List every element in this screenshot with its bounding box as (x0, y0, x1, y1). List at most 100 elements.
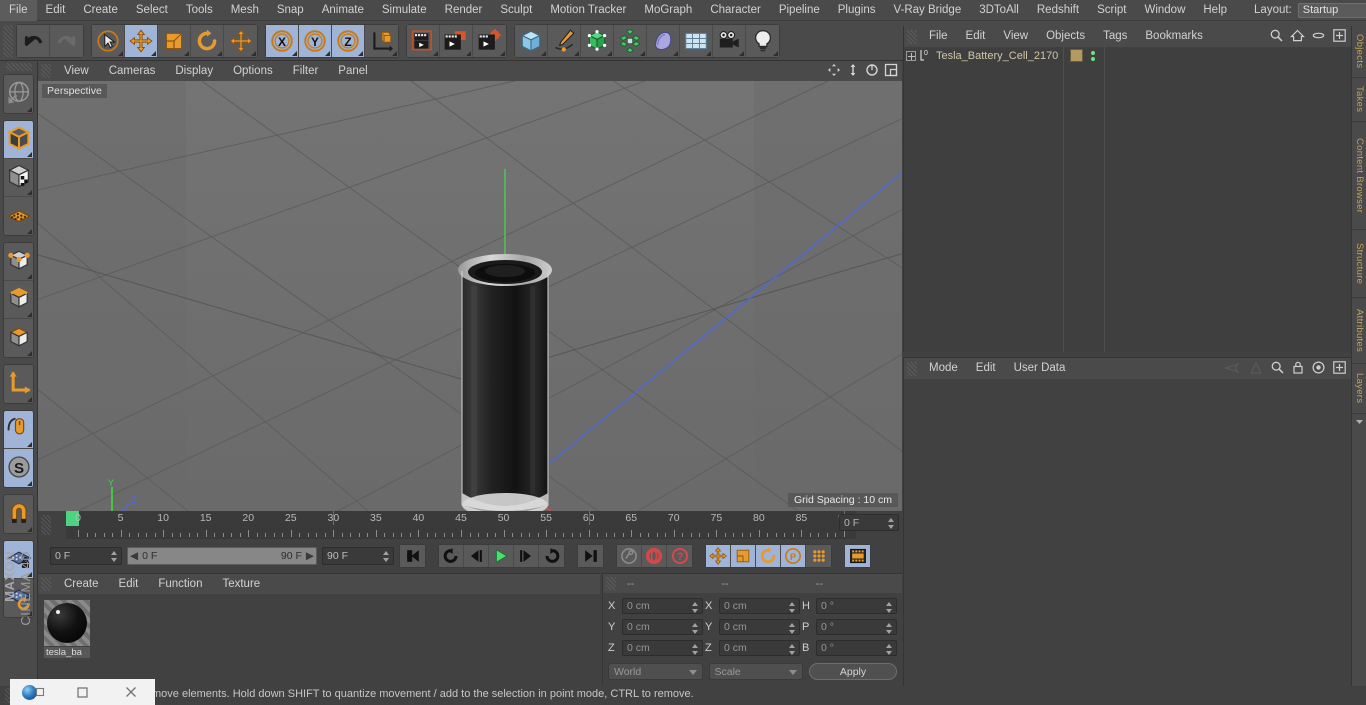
toolbar-button-light[interactable] (746, 24, 779, 57)
toolbar-button-spline-pen[interactable] (548, 24, 581, 57)
coord-rotation-field[interactable]: 0 ° (816, 618, 897, 635)
dropdown-corner-icon[interactable] (773, 50, 778, 56)
timeline-end-frame-field[interactable]: 90 F (322, 547, 394, 565)
dropdown-corner-icon[interactable] (500, 50, 505, 56)
transport-key-position[interactable] (706, 545, 731, 567)
left-button-points-mode[interactable] (4, 243, 33, 281)
dropdown-corner-icon[interactable] (251, 50, 256, 56)
right-tab-structure[interactable]: Structure (1352, 230, 1366, 298)
lock-icon[interactable] (1291, 360, 1305, 378)
toolbar-button-y-axis[interactable]: Y (299, 24, 332, 57)
plus-box-icon[interactable] (1332, 28, 1347, 46)
transport-timeline[interactable] (845, 545, 870, 567)
dropdown-corner-icon[interactable] (541, 50, 546, 56)
object-menu-view[interactable]: View (994, 26, 1037, 47)
material-list[interactable]: tesla_ba (38, 594, 600, 685)
apply-button[interactable]: Apply (809, 663, 897, 680)
dropdown-corner-icon[interactable] (673, 50, 678, 56)
dropdown-corner-icon[interactable] (217, 50, 222, 56)
transport-autokeying[interactable] (642, 545, 667, 567)
coord-rotation-spinner[interactable] (886, 601, 893, 613)
coordinates-grip-icon[interactable] (606, 577, 616, 590)
transport-play[interactable] (489, 545, 514, 567)
menu-item-help[interactable]: Help (1194, 0, 1236, 21)
viewport-menu-view[interactable]: View (54, 61, 99, 81)
menu-item-file[interactable]: File (0, 0, 37, 21)
object-manager-grip-icon[interactable] (907, 29, 917, 44)
search-icon[interactable] (1269, 28, 1284, 46)
dropdown-corner-icon[interactable] (27, 190, 32, 195)
object-menu-tags[interactable]: Tags (1094, 26, 1136, 47)
next-icon[interactable] (1248, 361, 1264, 378)
close-icon[interactable] (107, 679, 155, 705)
menu-item-select[interactable]: Select (127, 0, 177, 21)
dropdown-corner-icon[interactable] (184, 50, 189, 56)
menu-item-animate[interactable]: Animate (313, 0, 373, 21)
menu-item-tools[interactable]: Tools (177, 0, 222, 21)
range-left-arrow-icon[interactable]: ◀ (130, 550, 138, 562)
dropdown-corner-icon[interactable] (27, 107, 32, 112)
dropdown-corner-icon[interactable] (466, 50, 471, 56)
dropdown-corner-icon[interactable] (27, 397, 32, 402)
coordinate-system-dropdown[interactable]: World (608, 663, 703, 680)
menu-item-render[interactable]: Render (436, 0, 492, 21)
attribute-menu-edit[interactable]: Edit (967, 358, 1005, 379)
object-menu-objects[interactable]: Objects (1037, 26, 1094, 47)
left-button-soft-selection[interactable]: S (4, 449, 33, 487)
orbit-icon[interactable] (865, 63, 879, 80)
toolbar-button-render-settings[interactable] (473, 24, 506, 57)
toolbar-button-deformer[interactable] (614, 24, 647, 57)
timeline-ruler[interactable]: 051015202530354045505560657075808590 (66, 511, 856, 539)
toolbar-button-x-axis[interactable]: X (266, 24, 299, 57)
timeline-grip-icon[interactable] (41, 515, 51, 535)
perspective-viewport[interactable]: Perspective Grid Spacing : 10 cm Y Z (38, 81, 902, 511)
viewport-menu-display[interactable]: Display (165, 61, 223, 81)
dropdown-corner-icon[interactable] (739, 50, 744, 56)
toolbar-button-undo[interactable] (17, 24, 50, 57)
dropdown-corner-icon[interactable] (706, 50, 711, 56)
transport-step-forward-frame[interactable] (514, 545, 539, 567)
dolly-icon[interactable] (846, 63, 860, 80)
home-icon[interactable] (1290, 28, 1305, 46)
material-tag-icon[interactable] (1070, 49, 1083, 62)
transport-record-key[interactable] (617, 545, 642, 567)
current-frame-spinner[interactable] (888, 518, 895, 529)
left-button-edges-mode[interactable] (4, 281, 33, 319)
left-button-enable-axis[interactable] (4, 365, 33, 403)
viewport-menu-cameras[interactable]: Cameras (99, 61, 166, 81)
toolbar-button-scene-object[interactable] (647, 24, 680, 57)
material-item[interactable]: tesla_ba (44, 600, 90, 658)
dropdown-corner-icon[interactable] (27, 481, 32, 486)
viewport-menu-filter[interactable]: Filter (283, 61, 329, 81)
left-button-undo-view[interactable] (4, 75, 33, 113)
coord-size-spinner[interactable] (789, 622, 796, 634)
coord-position-field[interactable]: 0 cm (622, 597, 703, 614)
menu-item-3dtoall[interactable]: 3DToAll (970, 0, 1028, 21)
dropdown-corner-icon[interactable] (574, 50, 579, 56)
material-menu-edit[interactable]: Edit (109, 574, 149, 594)
menu-item-character[interactable]: Character (701, 0, 770, 21)
coord-position-field[interactable]: 0 cm (622, 639, 703, 656)
left-button-texture-mode[interactable] (4, 197, 33, 235)
dropdown-corner-icon[interactable] (433, 50, 438, 56)
dropdown-corner-icon[interactable] (27, 229, 32, 234)
right-tab-attributes[interactable]: Attributes (1352, 298, 1366, 364)
attribute-menu-user-data[interactable]: User Data (1005, 358, 1075, 379)
attribute-menu-mode[interactable]: Mode (920, 358, 967, 379)
ellipse-icon[interactable] (1311, 28, 1326, 46)
coord-rotation-field[interactable]: 0 ° (816, 597, 897, 614)
transport-key-scale[interactable] (731, 545, 756, 567)
dropdown-corner-icon[interactable] (27, 152, 32, 157)
material-menu-create[interactable]: Create (54, 574, 109, 594)
toolbar-button-move-alt[interactable] (224, 24, 257, 57)
menu-item-simulate[interactable]: Simulate (373, 0, 436, 21)
search-icon[interactable] (1270, 360, 1285, 378)
coordinate-mode-dropdown[interactable]: Scale (708, 663, 803, 680)
left-palette-grip-icon[interactable] (5, 63, 32, 71)
pan-icon[interactable] (827, 63, 841, 80)
attribute-grip-icon[interactable] (907, 361, 917, 376)
dropdown-corner-icon[interactable] (27, 312, 32, 317)
coord-position-spinner[interactable] (692, 601, 699, 613)
dropdown-corner-icon[interactable] (392, 50, 397, 56)
visibility-dots[interactable] (1091, 50, 1095, 61)
